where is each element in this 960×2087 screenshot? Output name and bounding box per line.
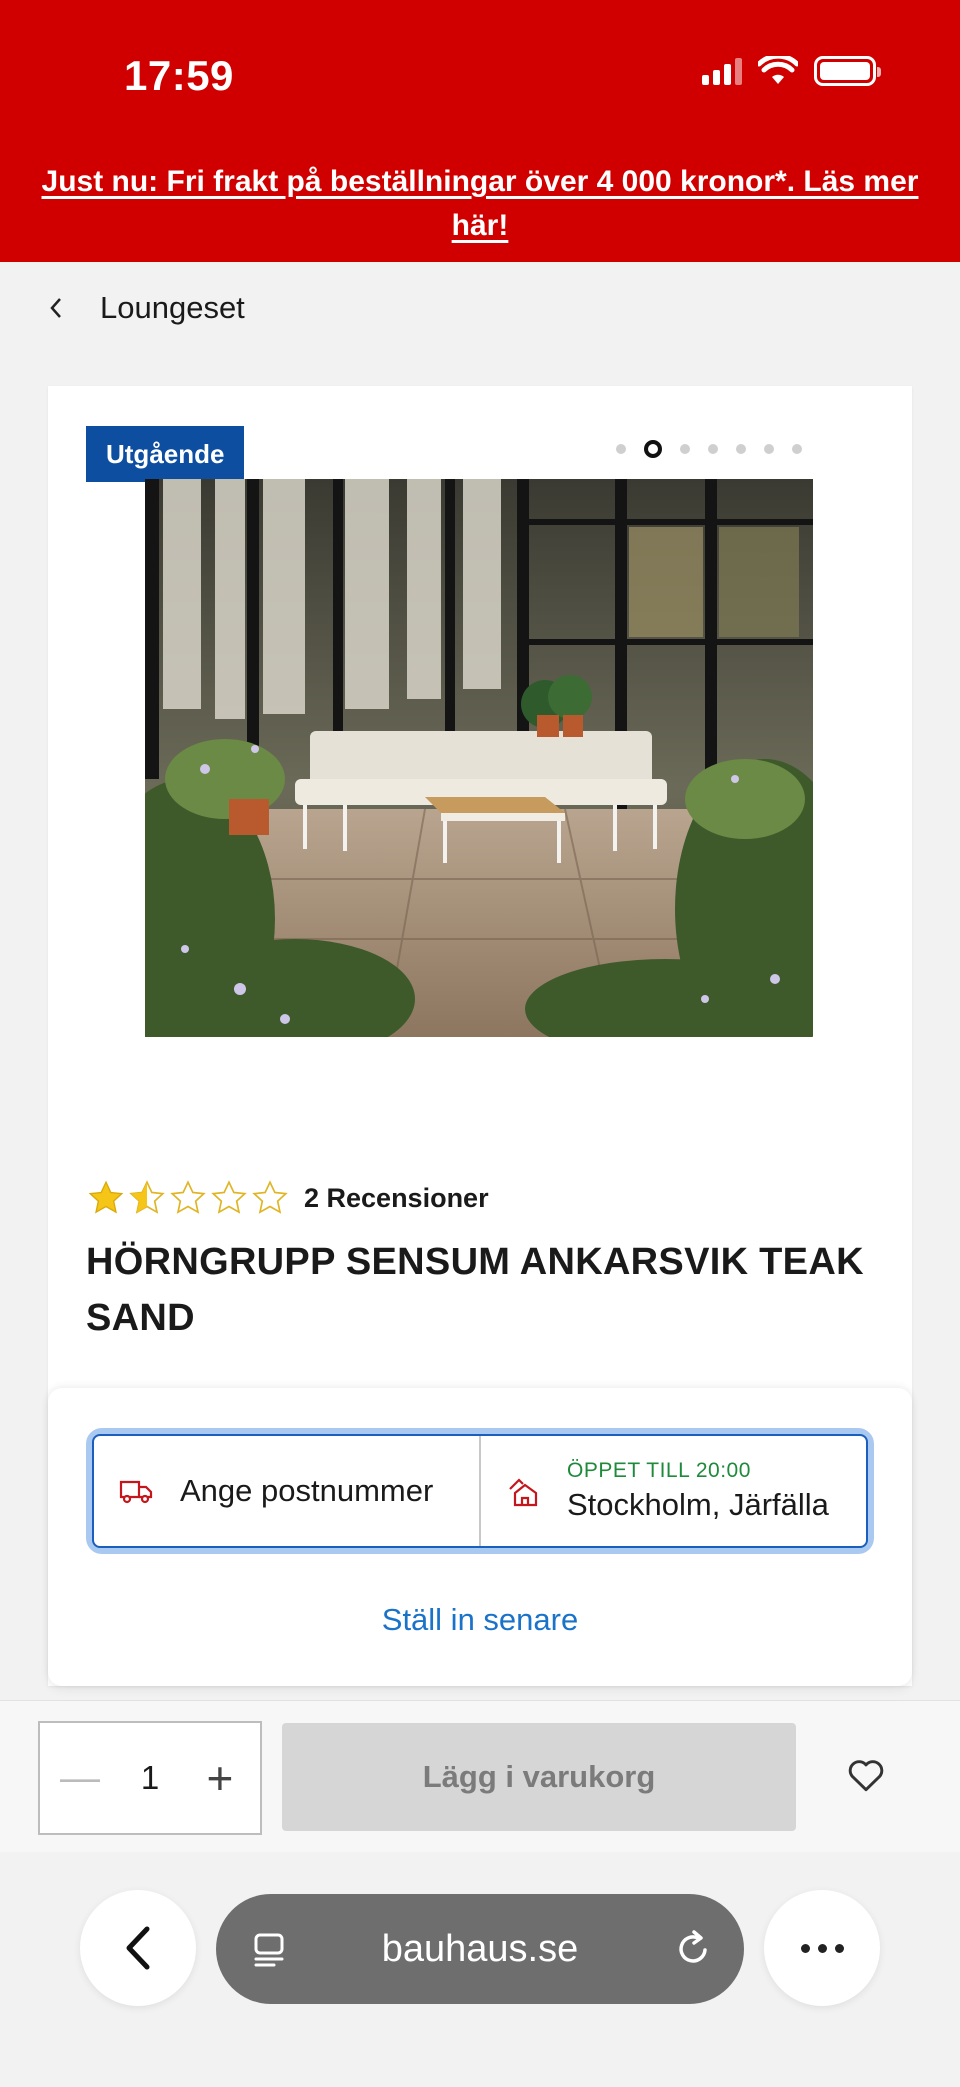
store-hours: ÖPPET TILL 20:00 [567,1459,751,1482]
more-dot [817,1943,827,1953]
store-icon [509,1478,538,1507]
wifi-icon [758,56,798,84]
breadcrumb-label[interactable]: Loungeset [100,290,245,326]
rating-stars [86,1178,290,1218]
store-name: Stockholm, Järfälla [567,1487,829,1522]
purchase-bar: — 1 + Lägg i varukorg [0,1700,960,1852]
postcode-label: Ange postnummer [180,1473,434,1508]
star-filled-icon [88,1180,124,1214]
quantity-stepper: — 1 + [38,1721,262,1835]
heart-icon[interactable] [844,1753,888,1797]
url-text: bauhaus.se [381,1927,579,1970]
more-dot [834,1943,844,1953]
star-empty-icon [170,1180,206,1214]
carousel-dots[interactable] [616,440,802,458]
set-later-link[interactable]: Ställ in senare [48,1602,912,1638]
promo-link[interactable]: Just nu: Fri frakt på beställningar över… [40,160,920,248]
rating[interactable]: 2 Recensioner [86,1178,489,1218]
more-dot [800,1943,810,1953]
postcode-button[interactable]: Ange postnummer [94,1436,479,1546]
chevron-left-icon[interactable] [46,293,66,323]
browser-toolbar: bauhaus.se [0,1852,960,2087]
carousel-dot[interactable] [792,444,802,454]
signal-icon [702,57,742,85]
address-bar[interactable]: bauhaus.se [216,1894,744,2004]
page: 17:59 Just nu: Fri frakt på beställninga… [0,0,960,2087]
product-title: HÖRNGRUPP SENSUM ANKARSVIK TEAK SAND [86,1241,864,1339]
browser-back-button[interactable] [80,1890,196,2006]
store-button[interactable]: ÖPPET TILL 20:00 Stockholm, Järfälla [479,1436,866,1546]
truck-icon [119,1480,153,1504]
star-empty-icon [252,1180,288,1214]
carousel-dot[interactable] [616,444,626,454]
chevron-left-icon [126,1926,150,1970]
reload-icon[interactable] [672,1928,714,1970]
increase-button[interactable]: + [200,1755,240,1801]
add-to-cart-button[interactable]: Lägg i varukorg [282,1723,796,1831]
status-time: 17:59 [124,52,234,99]
status-icons [702,56,881,86]
tabs-icon[interactable] [250,1930,290,1970]
quantity-value[interactable]: 1 [141,1759,159,1797]
status-badge: Utgående [86,426,245,482]
star-empty-icon [211,1180,247,1214]
reviews-link[interactable]: 2 Recensioner [304,1183,489,1214]
battery-icon [814,56,881,86]
carousel-dot[interactable] [736,444,746,454]
delivery-selector: Ange postnummer ÖPPET TILL 20:00 Stockho… [86,1428,874,1554]
decrease-button[interactable]: — [60,1758,100,1798]
carousel-dot[interactable] [680,444,690,454]
carousel-dot[interactable] [708,444,718,454]
star-half-icon [129,1180,165,1214]
header: 17:59 Just nu: Fri frakt på beställninga… [0,0,960,262]
breadcrumb[interactable]: Loungeset [46,290,245,326]
carousel-dot[interactable] [764,444,774,454]
carousel-dot-active[interactable] [644,440,662,458]
delivery-panel: Ange postnummer ÖPPET TILL 20:00 Stockho… [48,1388,912,1686]
more-menu-button[interactable] [764,1890,880,2006]
product-image[interactable] [145,479,813,1037]
